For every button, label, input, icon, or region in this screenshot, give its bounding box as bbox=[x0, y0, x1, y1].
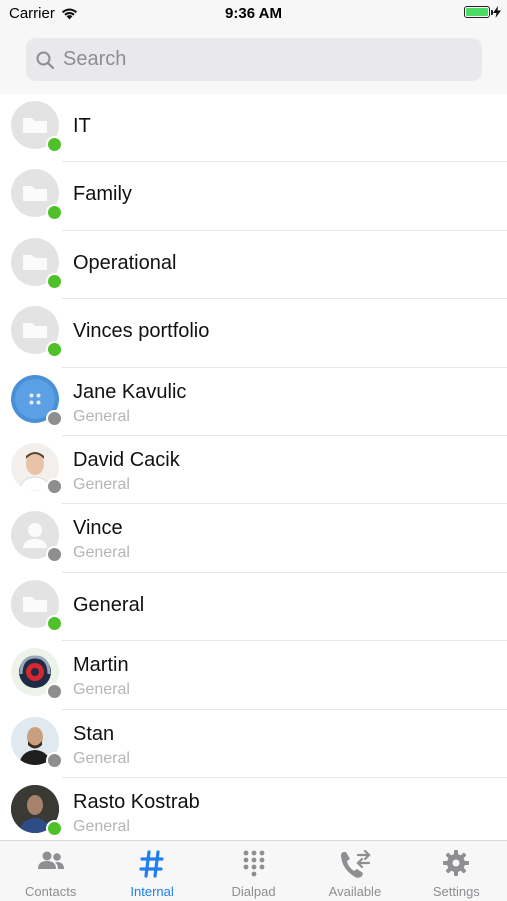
tab-dialpad[interactable]: Dialpad bbox=[203, 841, 304, 901]
online-status-dot bbox=[46, 341, 63, 359]
contact-name: Jane Kavulic bbox=[73, 380, 187, 403]
contact-name: Stan bbox=[73, 722, 115, 745]
contact-name: IT bbox=[73, 115, 91, 137]
contact-group: General bbox=[73, 817, 130, 835]
contact-group: General bbox=[73, 749, 130, 767]
list-item[interactable]: IT bbox=[0, 94, 507, 163]
tab-label: Available bbox=[328, 884, 382, 899]
status-time: 9:36 AM bbox=[225, 5, 282, 22]
contact-group: General bbox=[73, 407, 130, 425]
tab-label: Internal bbox=[130, 884, 174, 899]
contact-name: General bbox=[73, 593, 145, 616]
contact-group: General bbox=[73, 681, 130, 699]
search-input[interactable] bbox=[61, 47, 465, 72]
tab-settings[interactable]: Settings bbox=[406, 841, 507, 901]
online-status-dot bbox=[46, 204, 63, 222]
contact-group: General bbox=[73, 475, 130, 493]
tab-bar: Contacts Internal Dialpad Available Sett… bbox=[0, 840, 507, 901]
gear-icon bbox=[443, 850, 470, 876]
offline-status-dot bbox=[46, 751, 63, 769]
list-item[interactable]: Jane Kavulic General bbox=[0, 368, 507, 436]
list-item[interactable]: General bbox=[0, 573, 507, 642]
tab-available[interactable]: Available bbox=[304, 841, 405, 901]
contact-name: Rasto Kostrab bbox=[73, 790, 200, 813]
list-item[interactable]: Rasto Kostrab General bbox=[0, 778, 507, 840]
tab-label: Dialpad bbox=[231, 884, 276, 899]
status-right bbox=[464, 6, 501, 18]
tab-contacts[interactable]: Contacts bbox=[0, 841, 101, 901]
offline-status-dot bbox=[46, 477, 63, 495]
battery-icon bbox=[464, 6, 493, 18]
tab-label: Contacts bbox=[25, 884, 77, 899]
search-bar[interactable] bbox=[26, 38, 482, 81]
contacts-icon bbox=[37, 851, 64, 869]
contact-group: General bbox=[73, 544, 130, 562]
offline-status-dot bbox=[46, 683, 63, 701]
contact-name: Vince bbox=[73, 517, 123, 540]
online-status-dot bbox=[46, 136, 63, 153]
offline-status-dot bbox=[46, 546, 63, 564]
online-status-dot bbox=[46, 272, 63, 290]
contact-name: Family bbox=[73, 183, 132, 206]
online-status-dot bbox=[46, 614, 63, 632]
list-item[interactable]: Family bbox=[0, 162, 507, 231]
list-item[interactable]: Vince General bbox=[0, 504, 507, 573]
list-item[interactable]: Vinces portfolio bbox=[0, 299, 507, 368]
contact-name: Operational bbox=[73, 251, 177, 274]
tab-internal[interactable]: Internal bbox=[101, 841, 202, 901]
phone-transfer-icon bbox=[340, 849, 371, 878]
list-item[interactable]: Operational bbox=[0, 231, 507, 300]
hash-icon bbox=[139, 850, 164, 878]
search-area bbox=[0, 28, 507, 95]
contact-name: David Cacik bbox=[73, 448, 180, 471]
contact-name: Vinces portfolio bbox=[73, 320, 210, 343]
charging-bolt-icon bbox=[493, 6, 501, 18]
offline-status-dot bbox=[46, 409, 63, 427]
online-status-dot bbox=[46, 819, 63, 837]
search-icon bbox=[36, 51, 54, 69]
dialpad-icon bbox=[243, 850, 264, 877]
contact-name: Martin bbox=[73, 654, 129, 677]
list-item[interactable]: Martin General bbox=[0, 641, 507, 710]
list-item[interactable]: David Cacik General bbox=[0, 436, 507, 505]
contact-list[interactable]: IT Family Operational Vinces portfolio J… bbox=[0, 94, 507, 840]
list-item[interactable]: Stan General bbox=[0, 710, 507, 778]
status-bar: Carrier 9:36 AM bbox=[0, 0, 507, 28]
tab-label: Settings bbox=[432, 884, 480, 899]
